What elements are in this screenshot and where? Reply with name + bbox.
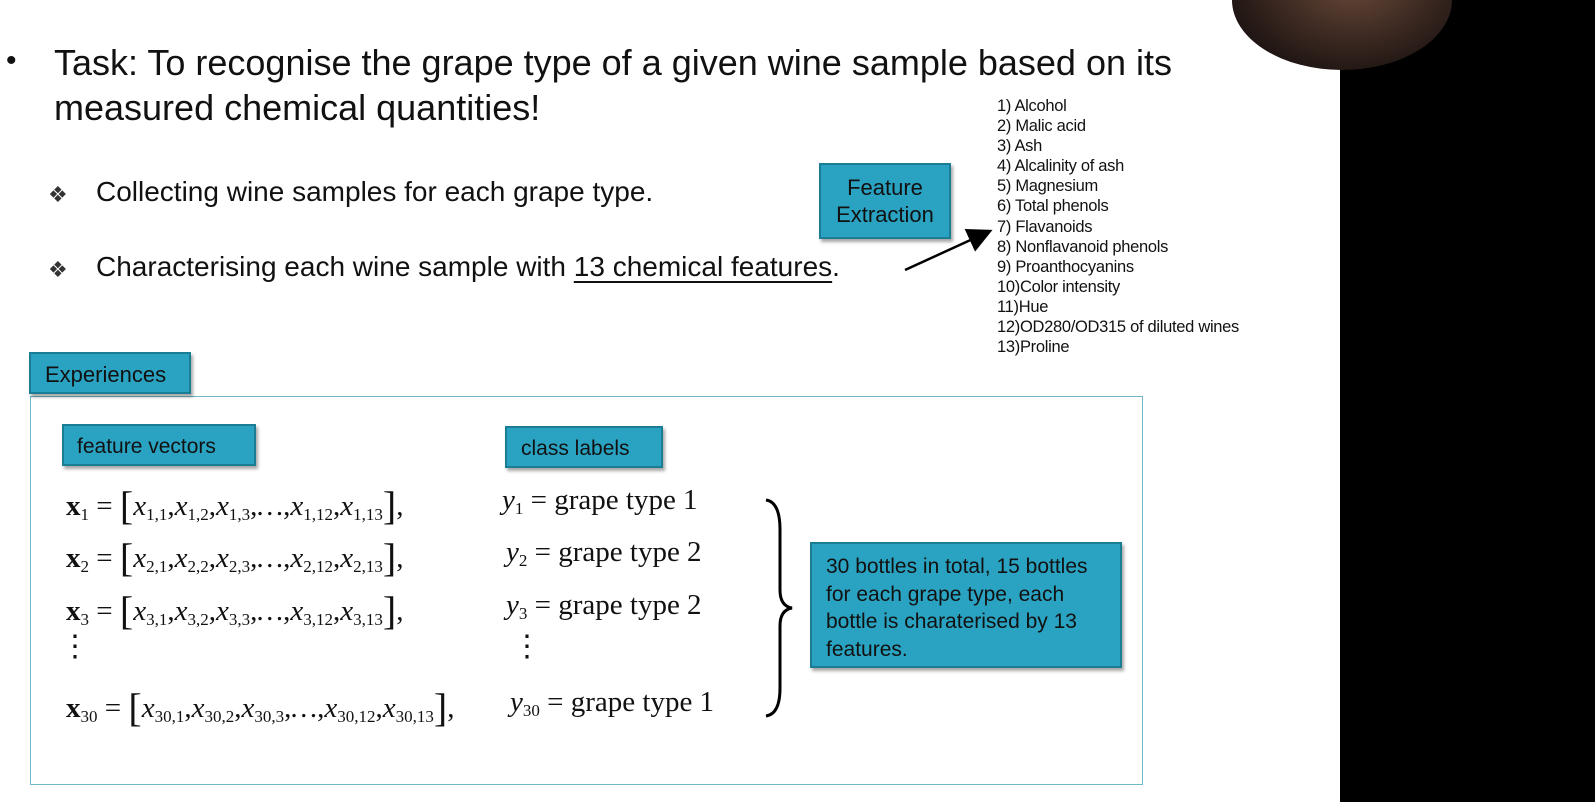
brace-icon	[765, 498, 793, 718]
arrow-icon	[904, 228, 993, 272]
connector-lines	[765, 228, 993, 718]
slide: • Task: To recognise the grape type of a…	[0, 0, 1340, 802]
black-side-bar	[1340, 0, 1595, 802]
